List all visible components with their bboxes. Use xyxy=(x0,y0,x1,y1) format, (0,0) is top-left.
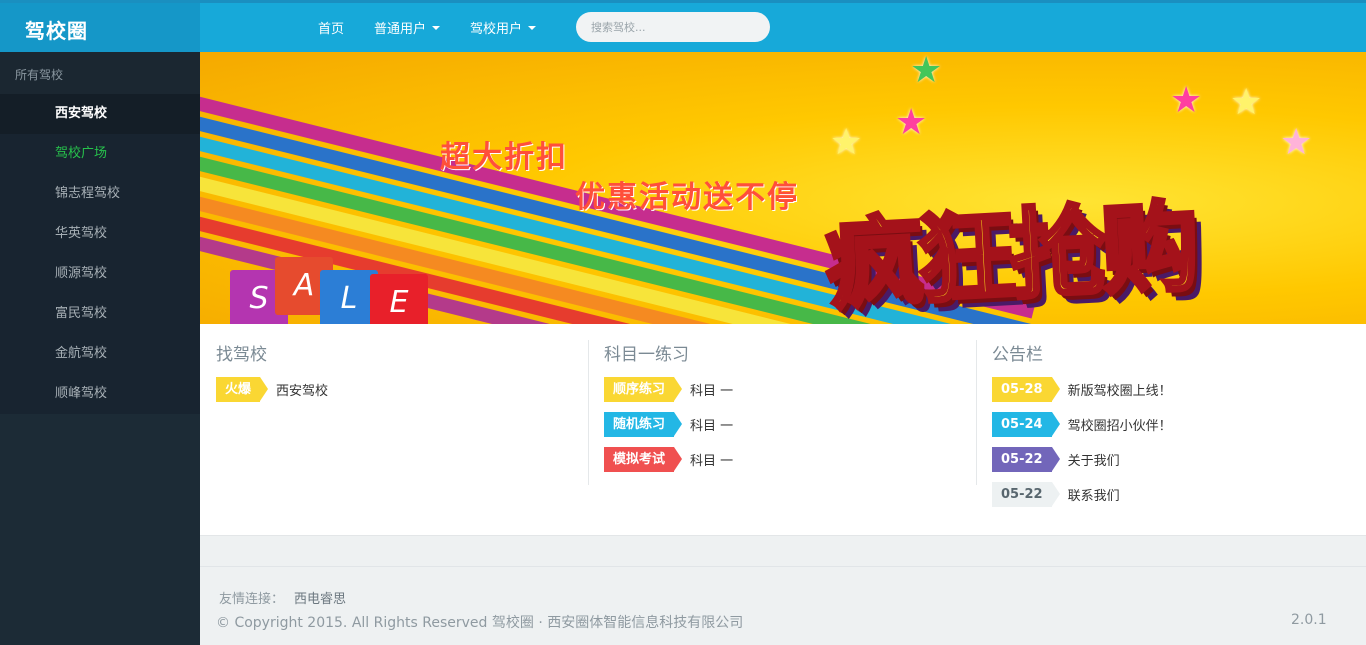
nav-school-users-dropdown[interactable]: 驾校用户 xyxy=(470,18,537,37)
search-input[interactable] xyxy=(576,12,770,42)
sidebar-item-fumin[interactable]: 富民驾校 xyxy=(0,294,200,334)
notice-link[interactable]: 关于我们 xyxy=(1068,450,1120,469)
date-label: 05-22 xyxy=(1001,486,1043,502)
sidebar-item-shunyuan[interactable]: 顺源驾校 xyxy=(0,254,200,294)
badge-label: 顺序练习 xyxy=(613,381,666,397)
caret-down-icon xyxy=(432,25,441,30)
list-item[interactable]: 05-28 新版驾校圈上线！ xyxy=(992,376,1172,402)
notice-link[interactable]: 驾校圈招小伙伴！ xyxy=(1068,415,1172,434)
copyright-text: © Copyright 2015. All Rights Reserved 驾校… xyxy=(216,615,744,631)
sidebar-item-school-square[interactable]: 驾校广场 xyxy=(0,134,200,174)
star-icon: ★ xyxy=(1170,80,1203,121)
list-item[interactable]: 05-24 驾校圈招小伙伴！ xyxy=(992,411,1172,437)
mock-exam-badge: 模拟考试 xyxy=(604,446,683,472)
list-item[interactable]: 火爆 西安驾校 xyxy=(216,376,328,402)
find-school-panel: 找驾校 xyxy=(216,340,267,365)
version-text: 2.0.1 xyxy=(1291,612,1327,628)
practice-title: 科目一练习 xyxy=(604,345,689,365)
practice-panel: 科目一练习 xyxy=(604,340,689,365)
friend-links-label: 友情连接： xyxy=(219,592,285,607)
list-item[interactable]: 05-22 关于我们 xyxy=(992,446,1120,472)
panel-divider xyxy=(976,340,977,485)
notice-title: 公告栏 xyxy=(992,345,1043,365)
nav-home[interactable]: 首页 xyxy=(318,18,344,37)
sidebar-header: 所有驾校 xyxy=(0,52,200,94)
find-school-title: 找驾校 xyxy=(216,345,267,365)
sidebar-item-jinzhicheng[interactable]: 锦志程驾校 xyxy=(0,174,200,214)
caret-down-icon xyxy=(528,25,537,30)
star-icon: ★ xyxy=(1280,122,1313,163)
sidebar: 所有驾校 西安驾校 驾校广场 锦志程驾校 华英驾校 顺源驾校 富民驾校 金航驾校… xyxy=(0,52,200,645)
panel-divider xyxy=(588,340,589,485)
friend-link-xidian-ruisi[interactable]: 西电睿思 xyxy=(294,592,346,607)
footer-divider xyxy=(200,566,1366,567)
date-label: 05-22 xyxy=(1001,451,1043,467)
date-label: 05-28 xyxy=(1001,381,1043,397)
shopping-bag-icon: E xyxy=(370,274,428,324)
main-nav: 首页 普通用户 驾校用户 xyxy=(318,18,566,37)
date-badge: 05-28 xyxy=(992,376,1060,402)
nav-school-users-label: 驾校用户 xyxy=(470,22,523,37)
date-badge: 05-24 xyxy=(992,411,1060,437)
date-badge: 05-22 xyxy=(992,481,1060,507)
date-badge: 05-22 xyxy=(992,446,1060,472)
badge-label: 模拟考试 xyxy=(613,451,666,467)
notice-panel: 公告栏 xyxy=(992,340,1043,365)
sidebar-list: 西安驾校 驾校广场 锦志程驾校 华英驾校 顺源驾校 富民驾校 金航驾校 顺峰驾校 xyxy=(0,94,200,414)
star-icon: ★ xyxy=(1230,82,1263,123)
sidebar-item-jinhang[interactable]: 金航驾校 xyxy=(0,334,200,374)
random-practice-badge: 随机练习 xyxy=(604,411,683,437)
nav-regular-users-dropdown[interactable]: 普通用户 xyxy=(374,18,441,37)
banner-promo-line2: 优惠活动送不停 xyxy=(575,180,799,215)
notice-link[interactable]: 新版驾校圈上线！ xyxy=(1068,380,1172,399)
brand-logo[interactable]: 驾校圈 xyxy=(0,3,200,55)
star-icon: ★ xyxy=(895,102,928,143)
top-navbar: 驾校圈 首页 普通用户 驾校用户 xyxy=(0,0,1366,55)
nav-regular-users-label: 普通用户 xyxy=(374,22,427,37)
brand-name[interactable]: 驾校圈 xyxy=(25,15,88,44)
star-icon: ★ xyxy=(910,52,943,91)
badge-label: 随机练习 xyxy=(613,416,666,432)
list-item[interactable]: 顺序练习 科目 一 xyxy=(604,376,733,402)
hot-badge-label: 火爆 xyxy=(225,381,252,397)
notice-link[interactable]: 联系我们 xyxy=(1068,485,1120,504)
sequential-practice-badge: 顺序练习 xyxy=(604,376,683,402)
sidebar-item-xian[interactable]: 西安驾校 xyxy=(0,94,200,134)
subject-link[interactable]: 科目 一 xyxy=(690,415,733,434)
star-icon: ★ xyxy=(830,122,863,163)
nav-home-label: 首页 xyxy=(318,22,345,37)
sidebar-item-shunfeng[interactable]: 顺峰驾校 xyxy=(0,374,200,414)
list-item[interactable]: 05-22 联系我们 xyxy=(992,481,1120,507)
list-item[interactable]: 模拟考试 科目 一 xyxy=(604,446,733,472)
friend-links: 友情连接： 西电睿思 xyxy=(219,588,346,607)
school-link[interactable]: 西安驾校 xyxy=(276,380,328,399)
banner-promo-line1: 超大折扣 xyxy=(440,140,568,175)
banner-headline: 疯狂抢购 xyxy=(821,188,1198,324)
subject-link[interactable]: 科目 一 xyxy=(690,380,733,399)
list-item[interactable]: 随机练习 科目 一 xyxy=(604,411,733,437)
subject-link[interactable]: 科目 一 xyxy=(690,450,733,469)
date-label: 05-24 xyxy=(1001,416,1043,432)
hot-badge: 火爆 xyxy=(216,376,269,402)
sidebar-item-huaying[interactable]: 华英驾校 xyxy=(0,214,200,254)
info-panels: 找驾校 火爆 西安驾校 科目一练习 顺序练习 科目 一 随机练习 科目 一 模拟… xyxy=(200,324,1366,536)
promo-banner-carousel[interactable]: 超大折扣 优惠活动送不停 S A L E ★ ★ ★ ★ ★ ★ 疯狂抢购 xyxy=(200,52,1366,324)
